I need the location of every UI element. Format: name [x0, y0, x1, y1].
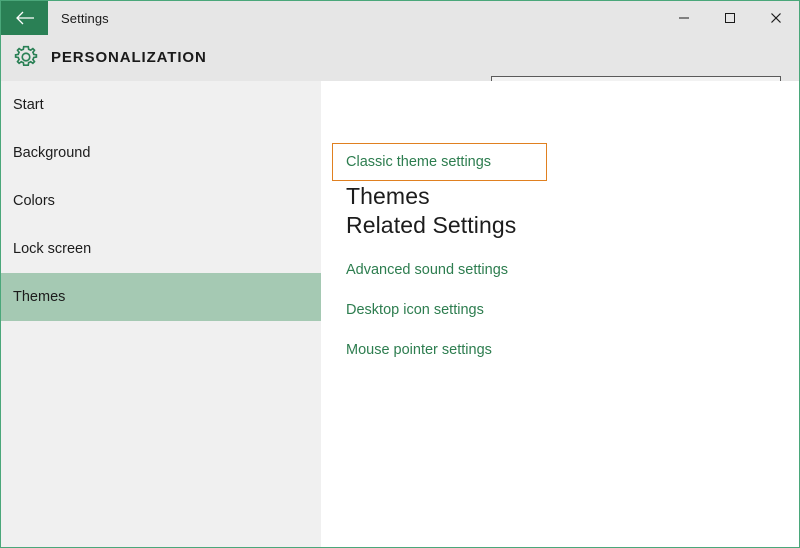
page-title: PERSONALIZATION [51, 48, 207, 66]
maximize-button[interactable] [707, 1, 753, 35]
main-content: Themes Classic theme settings Related Se… [321, 81, 799, 547]
mouse-pointer-settings-link[interactable]: Mouse pointer settings [346, 342, 492, 358]
sidebar-item-background[interactable]: Background [1, 129, 321, 177]
title-bar: Settings [1, 1, 799, 35]
sidebar-item-themes[interactable]: Themes [1, 273, 321, 321]
sidebar-item-label: Themes [13, 289, 66, 305]
sidebar-item-colors[interactable]: Colors [1, 177, 321, 225]
classic-theme-settings-label: Classic theme settings [346, 154, 492, 170]
settings-window: Settings PERSONALIZATION Find a setting … [0, 0, 800, 548]
sidebar-item-label: Lock screen [13, 241, 92, 257]
sidebar-item-lock-screen[interactable]: Lock screen [1, 225, 321, 273]
page-header: PERSONALIZATION [1, 35, 799, 106]
close-icon [771, 13, 781, 23]
themes-heading: Themes [346, 183, 430, 209]
back-arrow-icon [15, 11, 34, 25]
header-brand: PERSONALIZATION [12, 43, 207, 71]
sidebar-item-label: Background [13, 145, 91, 161]
back-button[interactable] [1, 1, 48, 35]
desktop-icon-settings-link[interactable]: Desktop icon settings [346, 302, 484, 318]
advanced-sound-settings-link[interactable]: Advanced sound settings [346, 262, 508, 278]
gear-icon [14, 45, 38, 67]
titlebar-spacer [109, 1, 661, 35]
sidebar-item-label: Start [13, 97, 44, 113]
minimize-button[interactable] [661, 1, 707, 35]
window-title: Settings [61, 10, 109, 26]
sidebar: Start Background Colors Lock screen Them… [1, 81, 321, 547]
sidebar-item-label: Colors [13, 193, 55, 209]
sidebar-item-start[interactable]: Start [1, 81, 321, 129]
minimize-icon [679, 17, 689, 19]
close-button[interactable] [753, 1, 799, 35]
classic-theme-settings-link[interactable]: Classic theme settings [332, 143, 547, 181]
maximize-icon [725, 13, 735, 23]
related-settings-heading: Related Settings [346, 212, 517, 238]
